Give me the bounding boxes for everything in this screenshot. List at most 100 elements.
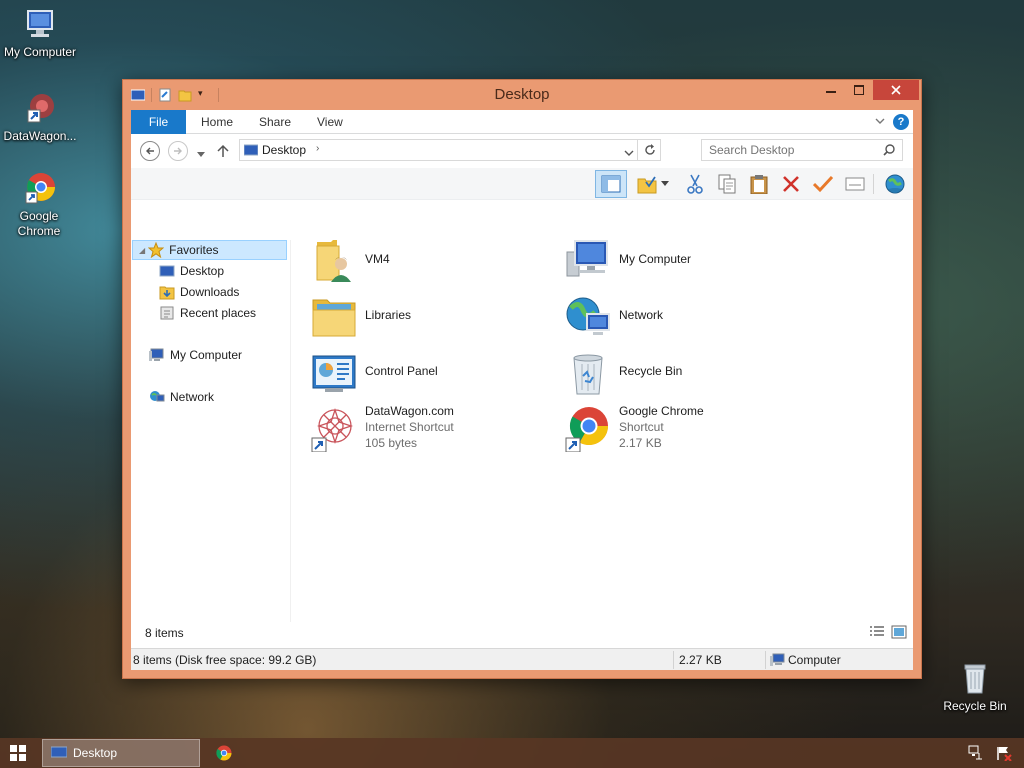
- maximize-button[interactable]: [845, 80, 873, 100]
- refresh-button[interactable]: [637, 139, 661, 161]
- details-view-icon[interactable]: [869, 625, 885, 642]
- title-bar[interactable]: ▾ Desktop: [123, 80, 921, 110]
- network-status-icon[interactable]: [968, 745, 984, 764]
- user-folder-icon: [311, 238, 357, 284]
- nav-item-my-computer[interactable]: My Computer: [149, 345, 242, 365]
- select-folder-button[interactable]: [635, 172, 659, 196]
- nav-label: Favorites: [169, 243, 219, 257]
- folder-options-dropdown[interactable]: [659, 172, 671, 196]
- control-panel-icon: [311, 350, 357, 396]
- network-icon: [149, 389, 165, 405]
- minimize-button[interactable]: [817, 80, 845, 100]
- file-item-my-computer[interactable]: My Computer: [561, 234, 801, 286]
- large-icons-view-icon[interactable]: [891, 625, 907, 642]
- file-item-vm4[interactable]: VM4: [307, 234, 547, 286]
- preview-pane-button[interactable]: [595, 170, 627, 198]
- status-text: 8 items (Disk free space: 99.2 GB): [133, 653, 317, 667]
- nav-item-desktop[interactable]: Desktop: [159, 261, 224, 281]
- system-tray: [968, 745, 1012, 764]
- computer-icon: [565, 238, 611, 284]
- back-button[interactable]: [140, 141, 160, 161]
- file-name: Control Panel: [365, 364, 438, 378]
- nav-item-network[interactable]: Network: [149, 387, 214, 407]
- file-name: Google Chrome: [619, 404, 704, 418]
- desktop-icon-label: Google Chrome: [17, 209, 61, 238]
- address-current[interactable]: Desktop: [262, 143, 306, 157]
- scissors-icon: [687, 174, 703, 194]
- nav-label: Downloads: [180, 285, 240, 299]
- desktop-location-icon: [243, 144, 259, 159]
- breadcrumb-chevron-icon[interactable]: ›: [316, 143, 319, 154]
- action-center-flag-icon[interactable]: [996, 745, 1012, 764]
- search-icon[interactable]: [883, 144, 895, 159]
- nav-item-recent-places[interactable]: Recent places: [159, 303, 256, 323]
- file-name: My Computer: [619, 252, 692, 266]
- delete-x-icon: [783, 176, 799, 192]
- copy-button[interactable]: [715, 172, 739, 196]
- file-item-datawagon[interactable]: DataWagon.com Internet Shortcut 105 byte…: [307, 402, 547, 458]
- copy-icon: [718, 174, 736, 194]
- network-icon: [565, 294, 611, 340]
- chrome-icon: [216, 745, 232, 761]
- close-button[interactable]: [873, 80, 919, 100]
- cut-button[interactable]: [683, 172, 707, 196]
- item-count-bar: 8 items: [131, 622, 913, 644]
- forward-button[interactable]: [168, 141, 188, 161]
- tab-file[interactable]: File: [131, 110, 186, 134]
- desktop-icon-recycle-bin[interactable]: Recycle Bin: [935, 660, 1015, 714]
- file-type: Shortcut: [619, 420, 664, 434]
- help-icon[interactable]: ?: [893, 114, 909, 130]
- paste-button[interactable]: [747, 172, 771, 196]
- file-item-control-panel[interactable]: Control Panel: [307, 346, 547, 398]
- taskbar-button-desktop[interactable]: Desktop: [42, 739, 200, 767]
- window-body: File Home Share View ? Desktop › Search …: [131, 110, 913, 670]
- select-button[interactable]: [811, 172, 835, 196]
- file-item-network[interactable]: Network: [561, 290, 801, 342]
- tab-share[interactable]: Share: [259, 110, 291, 134]
- datawagon-icon: [22, 90, 58, 126]
- file-item-recycle-bin[interactable]: Recycle Bin: [561, 346, 801, 398]
- file-item-google-chrome[interactable]: Google Chrome Shortcut 2.17 KB: [561, 402, 801, 458]
- start-button[interactable]: [10, 745, 26, 761]
- nav-item-downloads[interactable]: Downloads: [159, 282, 239, 302]
- expand-chevron-icon[interactable]: ◢: [139, 246, 145, 255]
- recent-locations-icon[interactable]: [197, 147, 205, 161]
- file-size: 105 bytes: [365, 436, 418, 450]
- expand-ribbon-icon[interactable]: [875, 116, 885, 128]
- desktop-icon-chrome[interactable]: Google Chrome: [0, 170, 79, 239]
- computer-icon: [22, 6, 58, 42]
- desktop-icon: [50, 746, 68, 761]
- downloads-folder-icon: [159, 284, 175, 300]
- nav-label: Network: [170, 390, 215, 404]
- up-arrow-icon[interactable]: [217, 144, 229, 161]
- taskbar-button-label: Desktop: [73, 746, 118, 760]
- address-dropdown-icon[interactable]: [624, 146, 634, 160]
- taskbar: Desktop: [0, 738, 1024, 768]
- file-item-libraries[interactable]: Libraries: [307, 290, 547, 342]
- rename-icon: [845, 177, 865, 191]
- file-size: 2.17 KB: [619, 436, 662, 450]
- star-icon: [147, 241, 165, 259]
- desktop-icon: [159, 263, 175, 279]
- network-globe-button[interactable]: [883, 172, 907, 196]
- checkmark-icon: [813, 175, 833, 193]
- computer-icon: [769, 653, 785, 670]
- file-list: VM4 My Computer Libraries Network Contro…: [303, 232, 913, 622]
- rename-button[interactable]: [843, 172, 867, 196]
- globe-icon: [885, 174, 905, 194]
- search-box[interactable]: [701, 139, 903, 161]
- desktop-icon-datawagon[interactable]: DataWagon...: [0, 90, 80, 144]
- tab-home[interactable]: Home: [201, 110, 233, 134]
- nav-item-favorites[interactable]: ◢ Favorites: [132, 240, 287, 260]
- window-title: Desktop: [494, 86, 550, 103]
- nav-label: Recent places: [180, 306, 257, 320]
- search-input[interactable]: [702, 140, 872, 160]
- taskbar-button-chrome[interactable]: [216, 745, 232, 761]
- file-name: Recycle Bin: [619, 364, 683, 378]
- desktop-icon-my-computer[interactable]: My Computer: [0, 6, 80, 60]
- file-name: Libraries: [365, 308, 412, 322]
- address-bar[interactable]: Desktop ›: [239, 139, 661, 161]
- tab-view[interactable]: View: [317, 110, 343, 134]
- delete-button[interactable]: [779, 172, 803, 196]
- item-count: 8 items: [145, 626, 184, 640]
